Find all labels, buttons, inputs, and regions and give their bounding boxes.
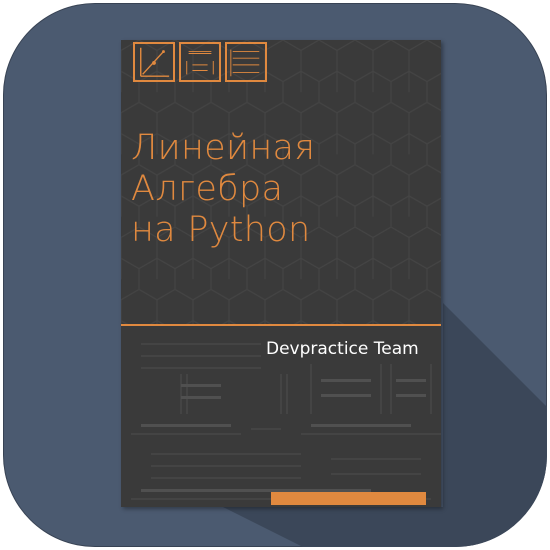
title-line-3: на Python <box>131 210 311 250</box>
vector-plot-icon <box>133 42 175 82</box>
title-line-2: Алгебра <box>131 169 284 209</box>
book-title: Линейная Алгебра на Python <box>131 128 315 251</box>
orange-bar <box>271 492 426 505</box>
equation-system-icon <box>225 42 267 82</box>
title-line-1: Линейная <box>131 128 316 168</box>
app-icon[interactable]: Линейная Алгебра на Python Devpractice T… <box>3 3 547 547</box>
book-author: Devpractice Team <box>266 339 419 359</box>
cover-divider <box>121 324 441 326</box>
matrix-formula-icon <box>179 42 221 82</box>
book-cover: Линейная Алгебра на Python Devpractice T… <box>121 40 441 507</box>
